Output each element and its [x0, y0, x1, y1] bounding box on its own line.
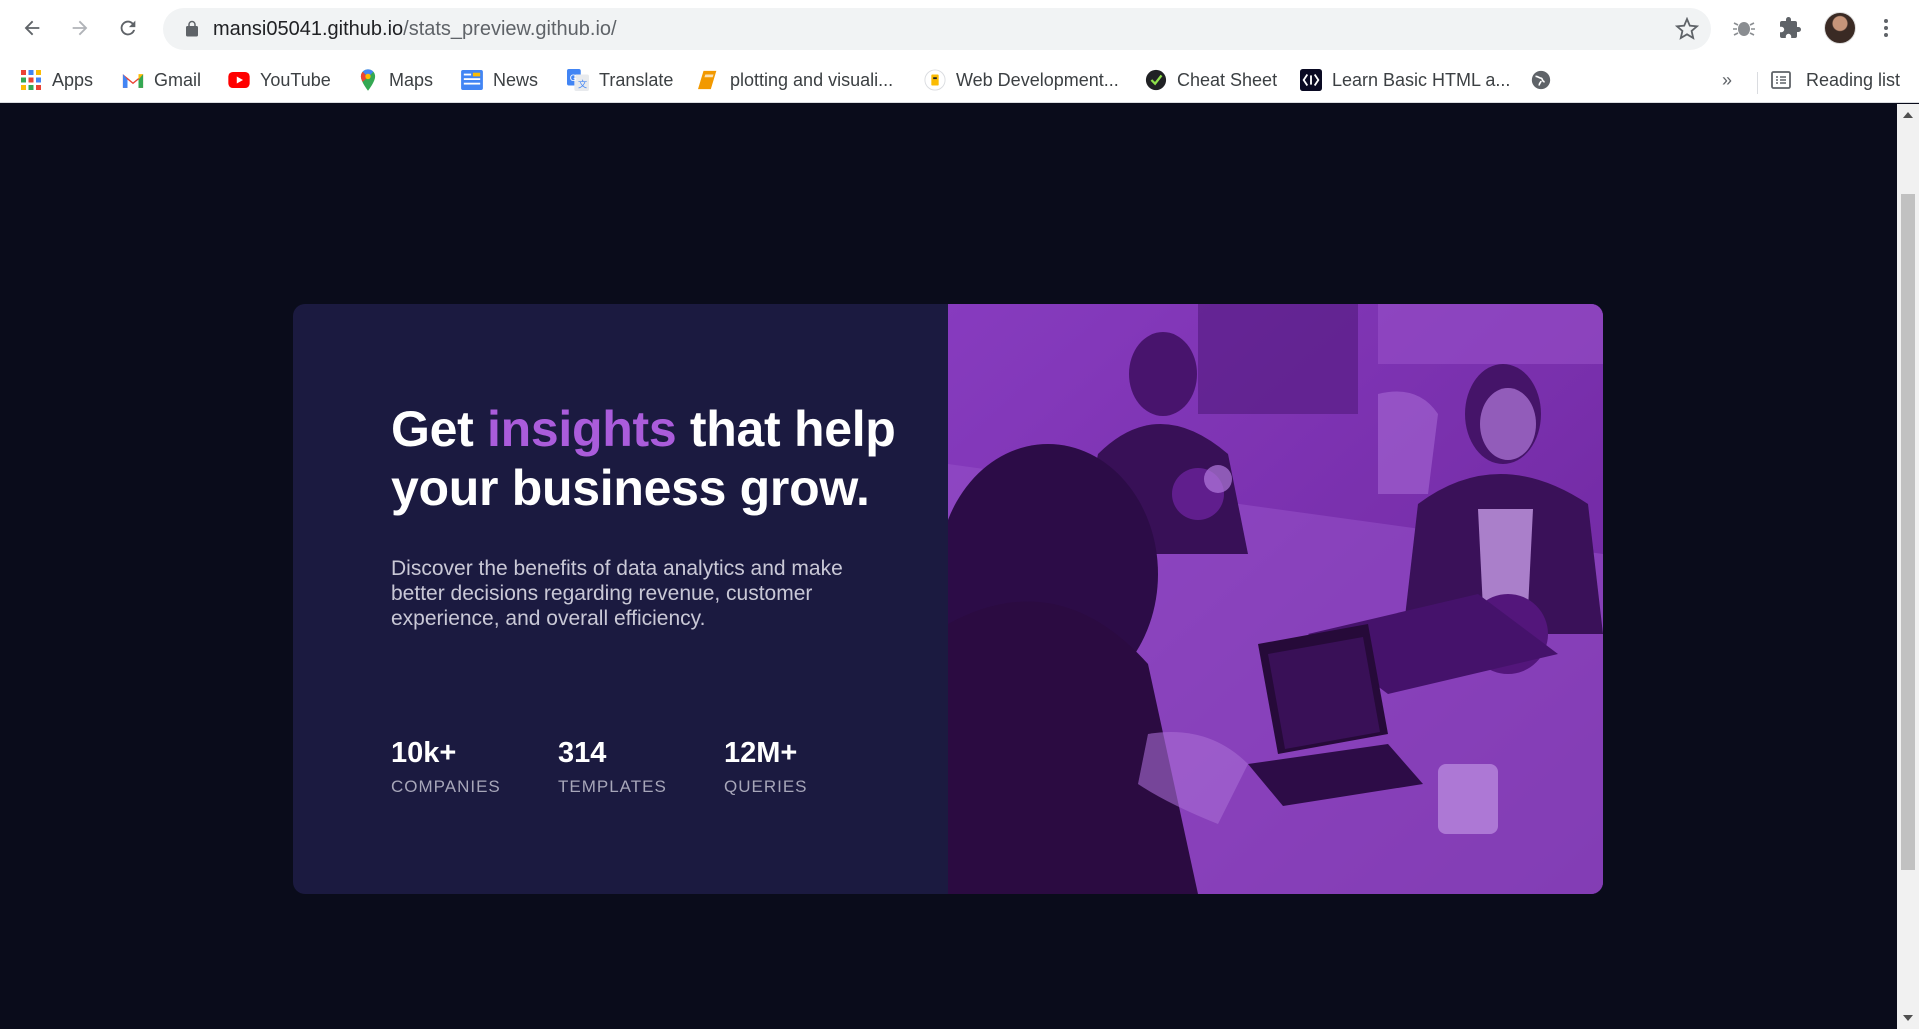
bookmark-web-development[interactable]: Web Development...	[924, 66, 1119, 94]
forward-arrow-icon	[72, 20, 88, 36]
reload-button[interactable]	[108, 8, 148, 48]
reading-list-icon	[1771, 71, 1791, 89]
back-arrow-icon	[24, 20, 40, 36]
bookmark-star-icon[interactable]	[1675, 17, 1699, 41]
office-photo-illustration	[948, 304, 1603, 894]
bookmarks-bar: Apps Gmail YouTube Maps News G文 Translat…	[0, 56, 1919, 103]
card-description: Discover the benefits of data analytics …	[391, 557, 843, 630]
back-button[interactable]	[12, 8, 52, 48]
scrollbar-thumb[interactable]	[1901, 194, 1915, 870]
stat-label: QUERIES	[724, 777, 808, 796]
reading-list-label: Reading list	[1806, 69, 1901, 90]
stat-value: 10k+	[391, 737, 457, 769]
more-menu-icon[interactable]	[1870, 12, 1902, 44]
headline-start: Get	[391, 401, 488, 457]
stat-queries: 12M+ QUERIES	[724, 736, 808, 798]
bookmark-label: Translate	[599, 69, 674, 90]
learn-html-icon	[1300, 69, 1322, 91]
bookmark-label: Maps	[389, 69, 434, 90]
bookmark-translate[interactable]: G文 Translate	[567, 66, 673, 94]
stats-preview-card: Get insights that help your business gro…	[293, 304, 1603, 894]
translate-icon: G文	[567, 69, 589, 91]
bookmark-label: Apps	[52, 69, 94, 90]
youtube-icon	[228, 69, 250, 91]
page-viewport: Get insights that help your business gro…	[0, 104, 1897, 1029]
lock-icon	[186, 20, 198, 37]
stats-row: 10k+ COMPANIES 314 TEMPLATES 12M+ QUERIE…	[391, 736, 864, 798]
bookmark-label: Web Development...	[956, 69, 1119, 90]
apps-grid-icon	[20, 69, 42, 91]
bookmark-gmail[interactable]: Gmail	[122, 66, 201, 94]
url-text: mansi05041.github.io/stats_preview.githu…	[213, 8, 617, 50]
stat-value: 12M+	[724, 737, 798, 769]
web-dev-icon	[924, 69, 946, 91]
bug-extension-icon[interactable]	[1728, 12, 1760, 44]
card-headline: Get insights that help your business gro…	[391, 400, 911, 518]
bookmark-label: Cheat Sheet	[1177, 69, 1278, 90]
bookmark-label: plotting and visuali...	[730, 69, 894, 90]
header-image	[948, 304, 1603, 894]
bookmarks-overflow-button[interactable]: »	[1722, 70, 1732, 91]
bookmark-label: News	[493, 69, 539, 90]
bookmark-plotting[interactable]: plotting and visuali...	[698, 66, 893, 94]
svg-text:文: 文	[578, 78, 587, 89]
bookmarks-divider	[1757, 72, 1758, 94]
bookmark-news[interactable]: News	[461, 66, 538, 94]
bookmark-label: Learn Basic HTML a...	[1332, 69, 1511, 90]
extensions-puzzle-icon[interactable]	[1774, 12, 1806, 44]
news-icon	[461, 69, 483, 91]
reload-icon	[120, 20, 136, 36]
svg-text:G: G	[570, 73, 577, 83]
bookmark-label: Gmail	[154, 69, 202, 90]
bookmark-youtube[interactable]: YouTube	[228, 66, 331, 94]
stat-templates: 314 TEMPLATES	[558, 736, 668, 798]
url-path: /stats_preview.github.io/	[403, 18, 617, 40]
bookmark-learn-html[interactable]: Learn Basic HTML a...	[1300, 66, 1510, 94]
browser-chrome: mansi05041.github.io/stats_preview.githu…	[0, 0, 1919, 103]
browser-toolbar: mansi05041.github.io/stats_preview.githu…	[0, 0, 1919, 56]
bookmark-cheat-sheet[interactable]: Cheat Sheet	[1145, 66, 1277, 94]
cheat-sheet-icon	[1145, 69, 1167, 91]
stat-label: TEMPLATES	[558, 777, 667, 796]
notebook-icon	[698, 69, 720, 91]
bookmark-apps[interactable]: Apps	[20, 66, 93, 94]
reading-list-button[interactable]: Reading list	[1770, 66, 1900, 94]
globe-icon	[1530, 69, 1552, 91]
scroll-down-arrow-icon[interactable]	[1903, 1015, 1913, 1021]
forward-button[interactable]	[60, 8, 100, 48]
gmail-icon	[122, 69, 144, 91]
bookmark-label: YouTube	[260, 69, 331, 90]
headline-accent: insights	[487, 401, 677, 457]
page-scrollbar[interactable]	[1897, 104, 1919, 1029]
maps-icon	[357, 69, 379, 91]
stat-label: COMPANIES	[391, 777, 501, 796]
card-text-column: Get insights that help your business gro…	[391, 400, 911, 631]
url-host: mansi05041.github.io	[213, 18, 404, 40]
stat-value: 314	[558, 737, 607, 769]
address-bar[interactable]: mansi05041.github.io/stats_preview.githu…	[163, 8, 1711, 50]
profile-avatar[interactable]	[1824, 12, 1856, 44]
bookmark-globe[interactable]	[1530, 66, 1562, 94]
scroll-up-arrow-icon[interactable]	[1903, 112, 1913, 118]
bookmark-maps[interactable]: Maps	[357, 66, 433, 94]
stat-companies: 10k+ COMPANIES	[391, 736, 502, 798]
